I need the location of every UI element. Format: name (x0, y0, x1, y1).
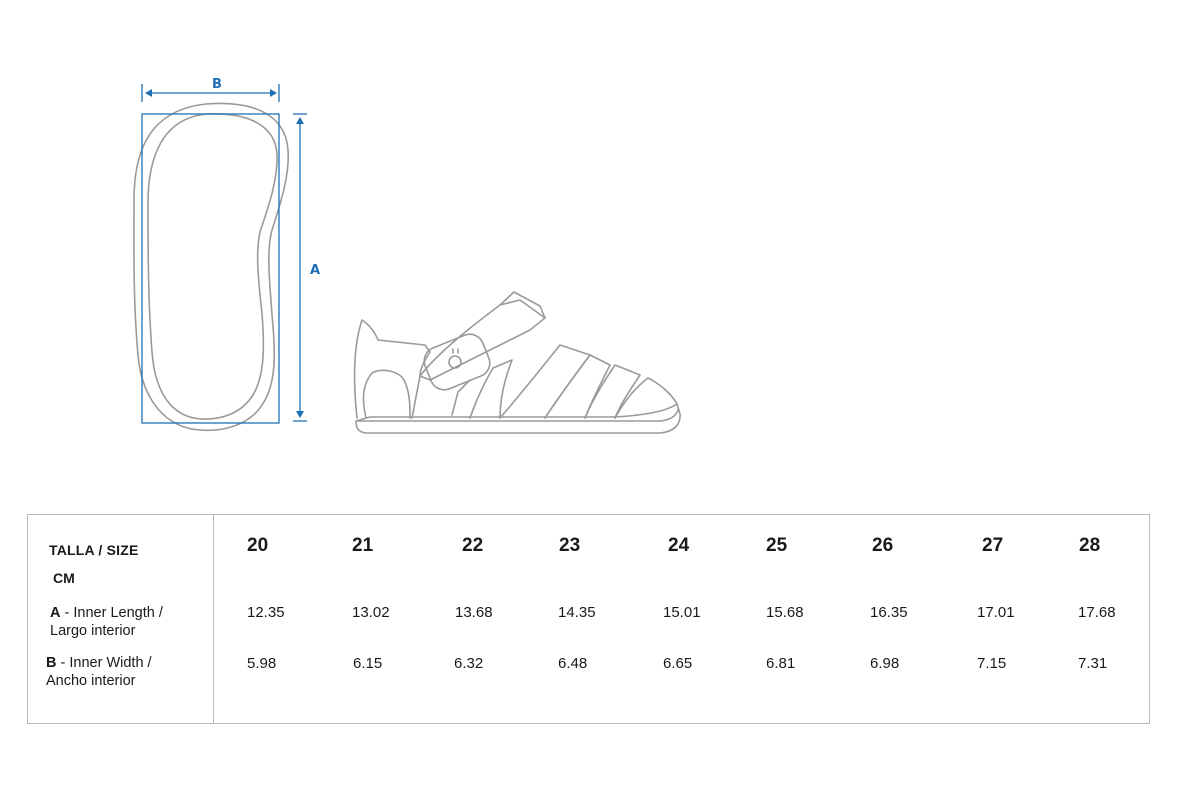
size-cell: 25 (766, 535, 788, 556)
length-label: A (310, 263, 320, 278)
row-a-key: A (50, 605, 61, 621)
row-b-key: B (46, 655, 57, 671)
inner-length-cell: 15.68 (766, 604, 804, 621)
size-cell: 26 (872, 535, 894, 556)
size-header-label: TALLA / SIZE (49, 542, 139, 558)
inner-width-cell: 6.98 (870, 655, 900, 672)
inner-width-cell: 7.31 (1078, 655, 1108, 672)
inner-length-cell: 13.02 (352, 604, 390, 621)
inner-width-cell: 5.98 (247, 655, 277, 672)
inner-length-cell: 17.01 (977, 604, 1015, 621)
inner-length-row-label: A - Inner Length / Largo interior (50, 604, 163, 640)
size-cell: 28 (1079, 535, 1101, 556)
size-cell: 27 (982, 535, 1004, 556)
inner-width-cell: 6.15 (353, 655, 383, 672)
row-b-label-line1: - Inner Width / (56, 655, 152, 671)
row-a-label-line1: - Inner Length / (60, 605, 163, 621)
inner-width-cell: 7.15 (977, 655, 1007, 672)
row-a-label-line2: Largo interior (50, 623, 136, 639)
size-cell: 24 (668, 535, 690, 556)
size-chart-table: TALLA / SIZE CM A - Inner Length / Largo… (27, 514, 1150, 724)
size-cell: 21 (352, 535, 374, 556)
width-label: B (212, 77, 222, 92)
size-cell: 22 (462, 535, 484, 556)
inner-width-cell: 6.65 (663, 655, 693, 672)
inner-width-cell: 6.32 (454, 655, 484, 672)
sandal-side-view (353, 291, 681, 434)
unit-label: CM (53, 570, 75, 586)
size-cell: 23 (559, 535, 581, 556)
insole-outline (133, 102, 290, 432)
shoe-illustration: B A (133, 77, 681, 434)
size-cell: 20 (247, 535, 269, 556)
inner-length-cell: 14.35 (558, 604, 596, 621)
row-b-label-line2: Ancho interior (46, 673, 136, 689)
inner-length-cell: 17.68 (1078, 604, 1116, 621)
width-dimension-arrow (141, 84, 280, 102)
inner-width-row-label: B - Inner Width / Ancho interior (46, 654, 152, 690)
inner-width-cell: 6.81 (766, 655, 796, 672)
inner-length-cell: 16.35 (870, 604, 908, 621)
column-divider (213, 515, 214, 723)
inner-length-cell: 12.35 (247, 604, 285, 621)
inner-width-cell: 6.48 (558, 655, 588, 672)
inner-length-cell: 13.68 (455, 604, 493, 621)
length-dimension-arrow (293, 113, 307, 422)
inner-length-cell: 15.01 (663, 604, 701, 621)
